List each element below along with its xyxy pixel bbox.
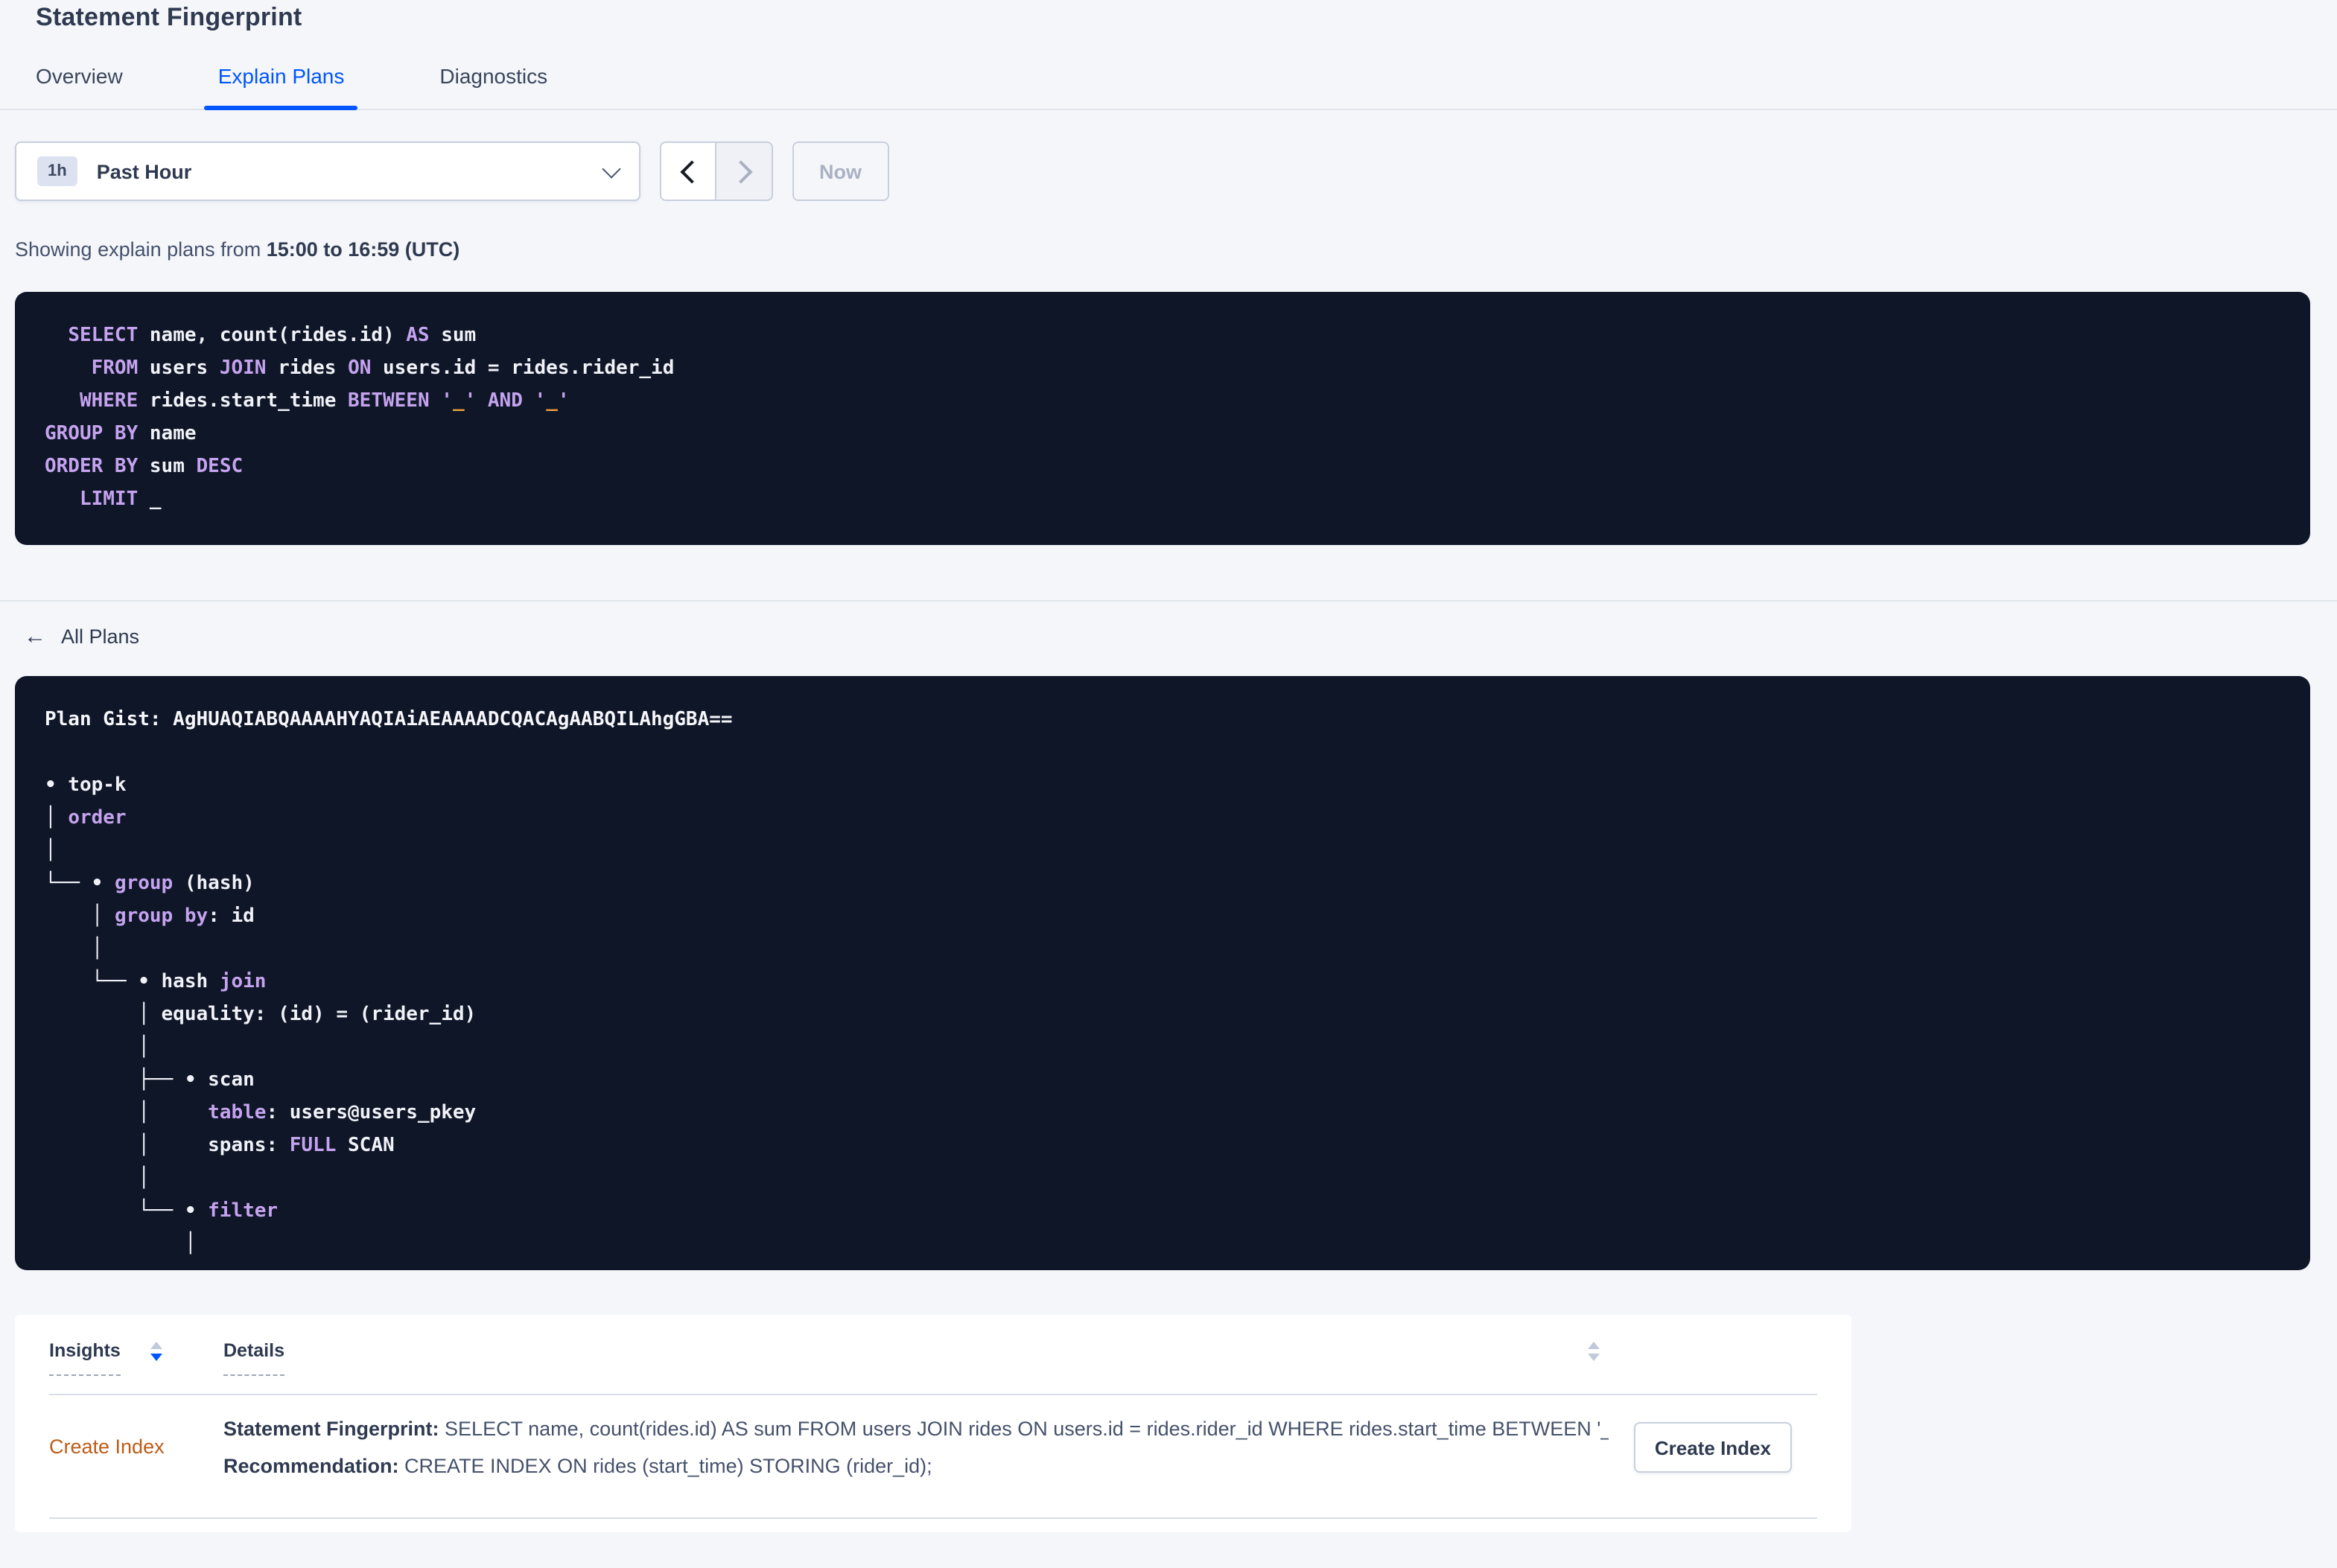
showing-range-prefix: Showing explain plans from [15,238,267,261]
prev-range-button[interactable] [660,141,716,201]
next-range-button[interactable] [716,141,773,201]
showing-range-text: Showing explain plans from 15:00 to 16:5… [15,238,2322,261]
details-cell: Statement Fingerprint: SELECT name, coun… [223,1410,1609,1485]
create-index-link[interactable]: Create Index [49,1435,165,1458]
detail-line: Recommendation: CREATE INDEX ON rides (s… [223,1455,932,1477]
sort-icon-details[interactable] [1588,1340,1600,1361]
time-picker-row: 1h Past Hour Now [15,141,2322,201]
code-line: │ table: users@users_pkey [45,1102,477,1124]
code-line: └── • group (hash) [45,873,255,895]
sort-down-triangle [1588,1354,1600,1361]
row-divider [49,1517,1817,1519]
code-line: GROUP BY name [45,423,197,445]
sort-down-triangle [150,1354,162,1361]
tab-explain-plans[interactable]: Explain Plans [204,64,358,110]
time-interval-dropdown[interactable]: 1h Past Hour [15,141,640,201]
sql-statement-block: SELECT name, count(rides.id) AS sum FROM… [15,292,2310,545]
code-line: │ order [45,807,127,829]
code-line: │ [45,840,57,862]
all-plans-label: All Plans [61,625,140,648]
code-line: │ spans: FULL SCAN [45,1135,395,1157]
code-line: │ [45,1036,150,1059]
sort-up-triangle [150,1342,162,1349]
column-header-insights[interactable]: Insights [49,1340,223,1376]
code-line: └── • hash join [45,971,267,993]
code-line: ORDER BY sum DESC [45,456,244,478]
code-line: LIMIT _ [79,488,162,511]
page-title: Statement Fingerprint [36,3,302,31]
chevron-right-icon [729,159,753,183]
code-line: │ [45,938,104,960]
code-line: ├── • scan [45,1069,255,1091]
explain-plans-section: 1h Past Hour Now Showing explain plans f… [0,141,2337,545]
code-line: └── • filter [45,1200,279,1223]
now-button[interactable]: Now [792,141,888,201]
code-line: WHERE rides.start_time BETWEEN '_' AND '… [79,390,570,412]
code-line: │ group by: id [45,905,255,928]
table-row: Create Index Statement Fingerprint: SELE… [15,1395,1851,1500]
plan-gist-block: Plan Gist: AgHUAQIABQAAAAHYAQIAiAEAAAADC… [15,676,2310,1270]
page-header: Statement Fingerprint [0,0,2337,33]
code-line: │ equality: (id) = (rider_id) [45,1004,477,1026]
back-arrow-icon: ← [24,624,46,649]
chevron-down-icon [602,159,621,178]
plan-detail-section: ← All Plans Plan Gist: AgHUAQIABQAAAAHYAQ… [0,602,2337,1532]
time-range-arrows [660,141,773,201]
showing-range-bold: 15:00 to 16:59 (UTC) [266,238,460,261]
code-line: │ [45,1233,197,1255]
create-index-button[interactable]: Create Index [1633,1422,1792,1473]
code-line: │ [45,1167,150,1190]
chevron-left-icon [679,159,703,183]
tab-list: Overview Explain Plans Diagnostics [22,64,2337,110]
time-range-label: Past Hour [96,160,192,182]
all-plans-back-link[interactable]: ← All Plans [15,625,139,648]
code-line: Plan Gist: AgHUAQIABQAAAAHYAQIAiAEAAAADC… [45,709,733,731]
tab-overview[interactable]: Overview [22,64,136,109]
details-column-label: Details [223,1340,284,1376]
insights-table-header: Insights Details [15,1315,1851,1376]
action-cell: Create Index [1609,1422,1817,1473]
code-line: SELECT name, count(rides.id) AS sum [68,325,477,347]
column-header-details[interactable]: Details [223,1340,1817,1376]
sort-icon-insights[interactable] [150,1340,162,1361]
sort-up-triangle [1588,1342,1600,1349]
detail-line: Statement Fingerprint: SELECT name, coun… [223,1418,1609,1440]
insights-table-card: Insights Details Create Index Statement … [15,1315,1851,1532]
statement-fingerprint-page: Statement Fingerprint Overview Explain Pl… [0,0,2337,1568]
interval-badge: 1h [37,156,77,186]
tab-bar: Overview Explain Plans Diagnostics [0,64,2337,110]
tab-diagnostics[interactable]: Diagnostics [426,64,561,109]
code-line: FROM users JOIN rides ON users.id = ride… [91,357,675,380]
code-line: • top-k [45,774,127,797]
insights-column-label: Insights [49,1340,121,1376]
insight-cell: Create Index [49,1434,223,1461]
